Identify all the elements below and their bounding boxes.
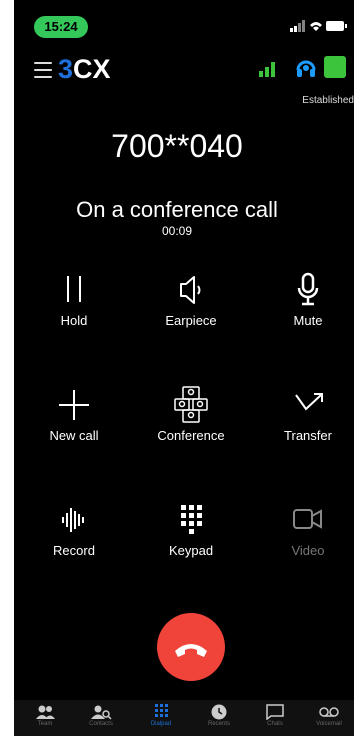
speaker-icon	[171, 270, 211, 310]
hang-up-button[interactable]	[157, 613, 225, 681]
hold-button[interactable]: Hold	[24, 270, 124, 340]
tab-contacts[interactable]: Contacts	[76, 704, 126, 736]
tab-dialpad-label: Dialpad	[150, 721, 172, 727]
video-label: Video	[291, 543, 325, 558]
presence-status-icon[interactable]	[324, 56, 346, 78]
signal-quality-icon	[258, 58, 280, 78]
dialpad-icon	[155, 704, 168, 717]
clock-icon	[211, 704, 227, 720]
tab-chats-label: Chats	[267, 721, 283, 727]
tab-chats[interactable]: Chats	[250, 704, 300, 736]
status-bar: 15:24	[14, 0, 354, 40]
app-header: 3CX Established	[14, 48, 354, 108]
plus-icon	[54, 385, 94, 425]
earpiece-button[interactable]: Earpiece	[141, 270, 241, 340]
tab-dialpad[interactable]: Dialpad	[136, 704, 186, 736]
status-time: 15:24	[34, 16, 88, 38]
new-call-label: New call	[49, 428, 99, 443]
tab-recents-label: Recents	[207, 721, 230, 727]
mute-button[interactable]: Mute	[258, 270, 354, 340]
tab-team-label: Team	[37, 721, 53, 727]
keypad-button[interactable]: Keypad	[141, 500, 241, 570]
earpiece-label: Earpiece	[165, 313, 217, 328]
video-camera-icon	[288, 500, 328, 540]
team-icon	[36, 705, 55, 719]
mute-label: Mute	[293, 313, 323, 328]
transfer-label: Transfer	[284, 428, 332, 443]
transfer-button[interactable]: Transfer	[258, 385, 354, 455]
keypad-icon	[171, 500, 211, 540]
chat-bubble-icon	[266, 704, 284, 720]
tab-recents[interactable]: Recents	[194, 704, 244, 736]
phone-hangup-icon	[175, 644, 207, 657]
new-call-button[interactable]: New call	[24, 385, 124, 455]
keypad-label: Keypad	[168, 543, 214, 558]
conference-icon	[171, 385, 211, 425]
voicemail-icon	[319, 707, 339, 717]
app-logo: 3CX	[58, 54, 111, 84]
bottom-tab-bar: Team Contacts Dialpad Recents Chats Voic…	[14, 700, 354, 736]
microphone-icon	[288, 270, 328, 310]
tab-voicemail[interactable]: Voicemail	[304, 704, 354, 736]
conference-label: Conference	[157, 428, 225, 443]
tab-contacts-label: Contacts	[89, 721, 113, 727]
pause-icon	[54, 270, 94, 310]
headset-icon[interactable]	[294, 56, 318, 80]
call-state: On a conference call	[76, 197, 278, 222]
tab-voicemail-label: Voicemail	[316, 721, 342, 727]
conference-button[interactable]: Conference	[141, 385, 241, 455]
phone-screen: 15:24 3CX Established 700**040 On a conf…	[14, 0, 354, 736]
hamburger-menu-icon[interactable]	[34, 62, 52, 78]
call-duration: 00:09	[161, 224, 193, 238]
record-button[interactable]: Record	[24, 500, 124, 570]
hold-label: Hold	[60, 313, 88, 328]
transfer-arrow-icon	[288, 385, 328, 425]
call-number: 700**040	[111, 128, 243, 164]
status-icons	[288, 18, 348, 34]
connection-status: Established	[302, 95, 354, 106]
video-button[interactable]: Video	[258, 500, 354, 570]
contacts-search-icon	[91, 705, 112, 720]
waveform-icon	[54, 500, 94, 540]
tab-team[interactable]: Team	[20, 704, 70, 736]
record-label: Record	[53, 543, 95, 558]
